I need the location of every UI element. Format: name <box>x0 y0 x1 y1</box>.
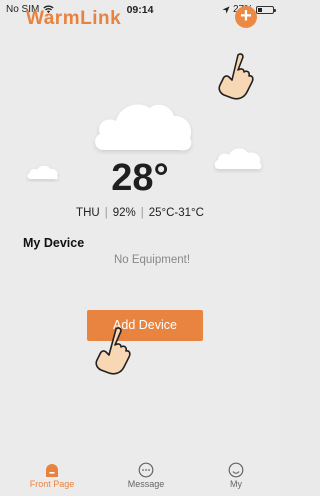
weather-range: 25°C-31°C <box>148 207 204 219</box>
app-screen: No SIM 09:14 27% WarmLink + <box>0 0 280 496</box>
tab-message[interactable]: Message <box>106 462 186 489</box>
weather-summary: THU | 92% | 25°C-31°C <box>0 207 280 219</box>
weather-day: THU <box>76 207 100 219</box>
pointing-hand-icon <box>218 53 254 100</box>
brand-title: WarmLink <box>26 8 122 29</box>
bottom-tab-bar: Front Page Message My <box>0 462 280 496</box>
tab-front-page[interactable]: Front Page <box>12 462 92 489</box>
battery-icon <box>256 5 276 14</box>
large-cloud-icon <box>95 104 192 151</box>
profile-icon <box>228 462 244 478</box>
separator: | <box>104 207 108 219</box>
tab-label: Front Page <box>29 479 75 489</box>
add-plus-button[interactable]: + <box>235 6 257 28</box>
pointing-hand-icon <box>95 327 131 375</box>
temperature-value: 28° <box>111 157 169 199</box>
plus-circle-icon: + <box>240 5 252 27</box>
battery-fill <box>258 7 262 12</box>
tab-label: Message <box>127 479 165 489</box>
weather-humidity: 92% <box>112 207 136 219</box>
my-device-title: My Device <box>23 236 85 250</box>
location-arrow-icon <box>222 5 230 14</box>
separator: | <box>140 207 144 219</box>
home-icon <box>46 464 58 477</box>
message-icon <box>138 462 154 478</box>
tab-my[interactable]: My <box>196 462 276 489</box>
empty-state-text: No Equipment! <box>113 254 191 266</box>
tab-label: My <box>230 479 242 489</box>
